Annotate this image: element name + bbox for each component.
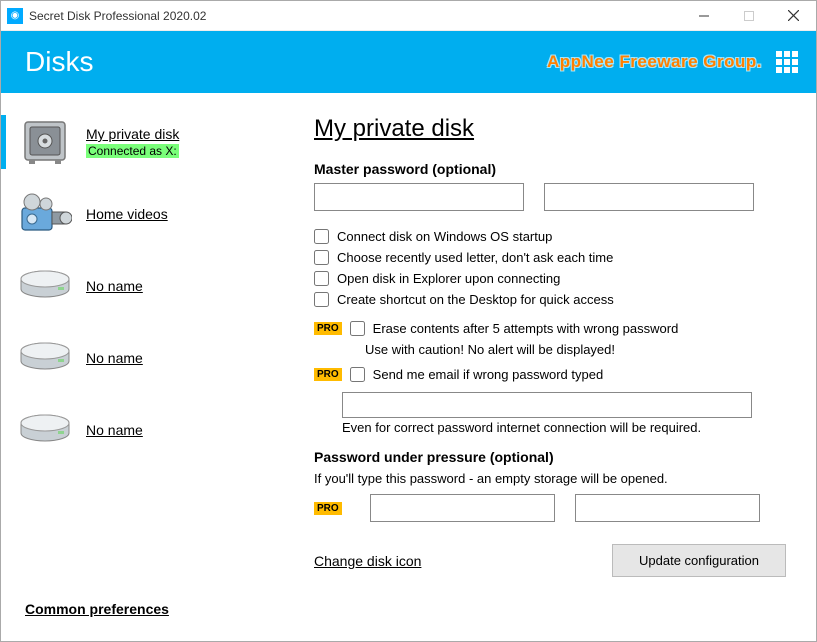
disk-status: Connected as X: <box>86 144 179 158</box>
recent-letter-label: Choose recently used letter, don't ask e… <box>337 250 613 265</box>
disk-name[interactable]: No name <box>86 350 143 366</box>
pup-label: Password under pressure (optional) <box>314 449 786 465</box>
pro-badge: PRO <box>314 502 342 515</box>
camcorder-icon <box>16 191 74 237</box>
disk-name[interactable]: Home videos <box>86 206 168 222</box>
email-checkbox[interactable] <box>350 367 365 382</box>
drive-icon <box>16 335 74 381</box>
common-preferences-link[interactable]: Common preferences <box>25 601 296 617</box>
open-explorer-checkbox[interactable] <box>314 271 329 286</box>
header-title: Disks <box>25 46 547 78</box>
pro-badge: PRO <box>314 322 342 335</box>
main-panel: My private disk Master password (optiona… <box>296 93 816 641</box>
app-icon: ◉ <box>7 8 23 24</box>
disk-name[interactable]: No name <box>86 422 143 438</box>
startup-label: Connect disk on Windows OS startup <box>337 229 552 244</box>
maximize-button[interactable] <box>726 1 771 31</box>
email-label: Send me email if wrong password typed <box>373 367 604 382</box>
erase-hint: Use with caution! No alert will be displ… <box>365 342 786 357</box>
apps-grid-icon[interactable] <box>776 51 798 73</box>
pup-password-confirm-input[interactable] <box>575 494 760 522</box>
recent-letter-checkbox[interactable] <box>314 250 329 265</box>
erase-label: Erase contents after 5 attempts with wro… <box>373 321 679 336</box>
sidebar: My private disk Connected as X: <box>1 93 296 641</box>
pro-badge: PRO <box>314 368 342 381</box>
header: Disks AppNee Freeware Group. <box>1 31 816 93</box>
window-controls <box>681 1 816 31</box>
safe-icon <box>16 119 74 165</box>
titlebar: ◉ Secret Disk Professional 2020.02 <box>1 1 816 31</box>
brand-label: AppNee Freeware Group. <box>547 52 762 72</box>
disk-item-videos[interactable]: Home videos <box>1 183 296 245</box>
window-title: Secret Disk Professional 2020.02 <box>29 9 681 23</box>
drive-icon <box>16 407 74 453</box>
minimize-button[interactable] <box>681 1 726 31</box>
disk-name[interactable]: My private disk <box>86 126 179 142</box>
pup-description: If you'll type this password - an empty … <box>314 471 786 486</box>
update-configuration-button[interactable]: Update configuration <box>612 544 786 577</box>
email-note: Even for correct password internet conne… <box>342 420 786 435</box>
drive-icon <box>16 263 74 309</box>
startup-checkbox[interactable] <box>314 229 329 244</box>
master-password-label: Master password (optional) <box>314 161 786 177</box>
content: My private disk Connected as X: <box>1 93 816 641</box>
close-button[interactable] <box>771 1 816 31</box>
disk-item-private[interactable]: My private disk Connected as X: <box>1 111 296 173</box>
shortcut-label: Create shortcut on the Desktop for quick… <box>337 292 614 307</box>
master-password-confirm-input[interactable] <box>544 183 754 211</box>
master-password-input[interactable] <box>314 183 524 211</box>
disk-item-noname-1[interactable]: No name <box>1 255 296 317</box>
shortcut-checkbox[interactable] <box>314 292 329 307</box>
disk-item-noname-3[interactable]: No name <box>1 399 296 461</box>
disk-item-noname-2[interactable]: No name <box>1 327 296 389</box>
panel-title: My private disk <box>314 115 786 143</box>
email-input[interactable] <box>342 392 752 418</box>
change-disk-icon-link[interactable]: Change disk icon <box>314 553 421 569</box>
pup-password-input[interactable] <box>370 494 555 522</box>
open-explorer-label: Open disk in Explorer upon connecting <box>337 271 560 286</box>
disk-list: My private disk Connected as X: <box>1 111 296 601</box>
disk-name[interactable]: No name <box>86 278 143 294</box>
erase-checkbox[interactable] <box>350 321 365 336</box>
